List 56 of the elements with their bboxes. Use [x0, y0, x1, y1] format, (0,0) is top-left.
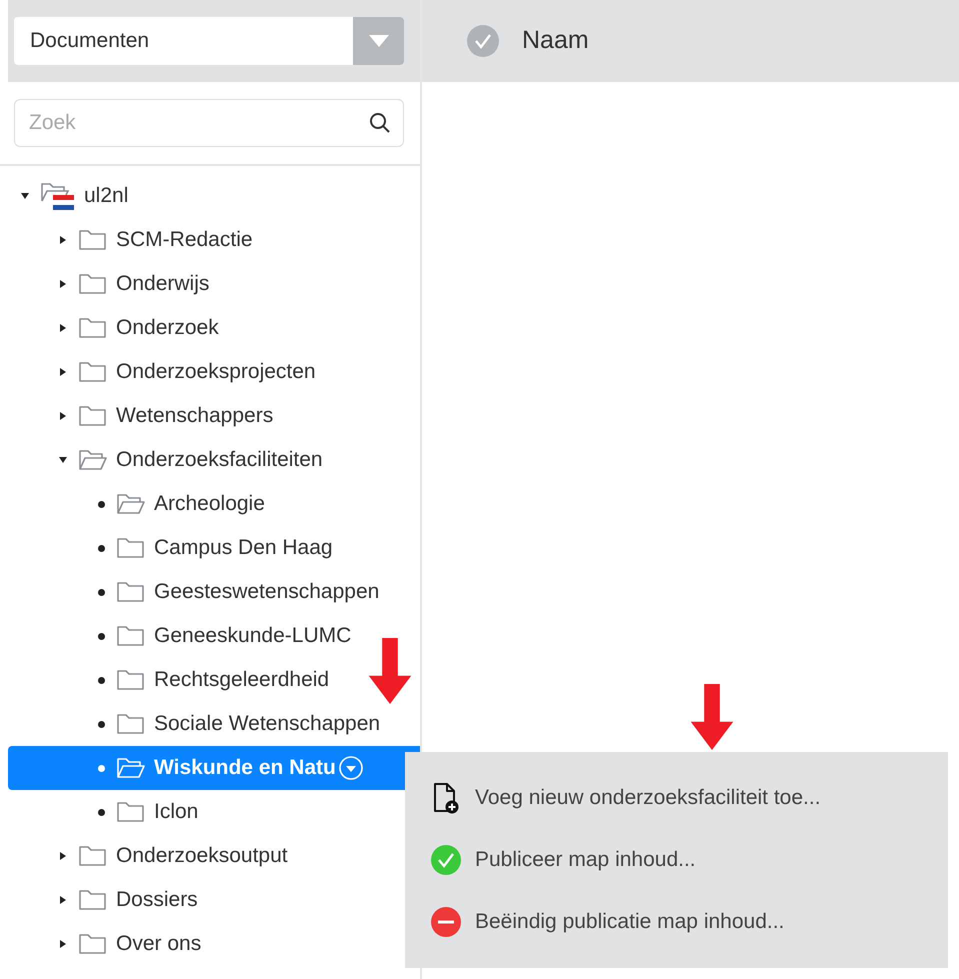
tree-item-label[interactable]: Geneeskunde-LUMC — [154, 620, 352, 652]
bullet-icon — [98, 544, 104, 552]
context-menu-item[interactable]: Publiceer map inhoud... — [429, 840, 948, 880]
bullet-icon — [98, 720, 104, 728]
context-menu-item[interactable]: Beëindig publicatie map inhoud... — [429, 902, 948, 942]
bullet-icon — [98, 808, 104, 816]
bullet-icon — [98, 588, 104, 596]
expand-arrow-icon[interactable] — [58, 279, 68, 289]
context-menu-item[interactable]: Voeg nieuw onderzoeksfaciliteit toe... — [429, 778, 948, 818]
column-header-label[interactable]: Naam — [522, 22, 589, 60]
bullet-icon — [98, 676, 104, 684]
tree-item-label[interactable]: Campus Den Haag — [154, 532, 333, 564]
expand-arrow-icon[interactable] — [58, 895, 68, 905]
expand-arrow-icon[interactable] — [58, 235, 68, 245]
down-arrow-icon — [366, 638, 414, 704]
tree-item-label[interactable]: Rechtsgeleerdheid — [154, 664, 330, 696]
tree-item-label[interactable]: Onderwijs — [116, 268, 210, 300]
collapse-arrow-icon[interactable] — [58, 455, 68, 465]
tree-item-label[interactable]: Geesteswetenschappen — [154, 576, 380, 608]
collapse-arrow-icon[interactable] — [20, 191, 30, 201]
menu-item-label: Beëindig publicatie map inhoud... — [475, 909, 784, 936]
menu-item-label: Publiceer map inhoud... — [475, 847, 696, 874]
tree-item-label[interactable]: ul2nl — [84, 180, 128, 212]
tree-item-label[interactable]: Onderzoeksoutput — [116, 840, 288, 872]
check-circle-icon[interactable] — [466, 24, 500, 58]
tree-item-label[interactable]: Wiskunde en Natu — [154, 752, 336, 784]
minus-circle-icon — [430, 906, 462, 938]
caret-icon — [368, 35, 388, 47]
tree-item-label[interactable]: SCM-Redactie — [116, 224, 253, 256]
expand-arrow-icon[interactable] — [58, 851, 68, 861]
search-icon[interactable] — [368, 111, 392, 135]
bullet-icon — [98, 764, 104, 772]
caret-circle-icon[interactable] — [338, 755, 364, 781]
down-arrow-icon — [688, 684, 736, 750]
tree-item-label[interactable]: Onderzoeksfaciliteiten — [116, 444, 323, 476]
tree-item-label[interactable]: Onderzoeksprojecten — [116, 356, 316, 388]
search-field[interactable]: Zoek — [14, 99, 404, 147]
selected-row-highlight[interactable]: Wiskunde en Natu — [8, 746, 420, 790]
expand-arrow-icon[interactable] — [58, 323, 68, 333]
bullet-icon — [98, 500, 104, 508]
tree-item-label[interactable]: Wetenschappers — [116, 400, 274, 432]
new-document-icon — [432, 782, 460, 814]
tree-item-label[interactable]: Archeologie — [154, 488, 265, 520]
tree-item-label[interactable]: Sociale Wetenschappen — [154, 708, 380, 740]
check-circle-icon — [430, 844, 462, 876]
tree-item-label[interactable]: Over ons — [116, 928, 202, 960]
tree-item-label[interactable]: Iclon — [154, 796, 198, 828]
expand-arrow-icon[interactable] — [58, 939, 68, 949]
library-select[interactable]: Documenten — [14, 17, 404, 65]
menu-item-label: Voeg nieuw onderzoeksfaciliteit toe... — [475, 785, 821, 812]
select-value: Documenten — [29, 28, 150, 54]
tree-item-label[interactable]: Dossiers — [116, 884, 198, 916]
bullet-icon — [98, 632, 104, 640]
expand-arrow-icon[interactable] — [58, 411, 68, 421]
tree-item-label[interactable]: Onderzoek — [116, 312, 219, 344]
expand-arrow-icon[interactable] — [58, 367, 68, 377]
